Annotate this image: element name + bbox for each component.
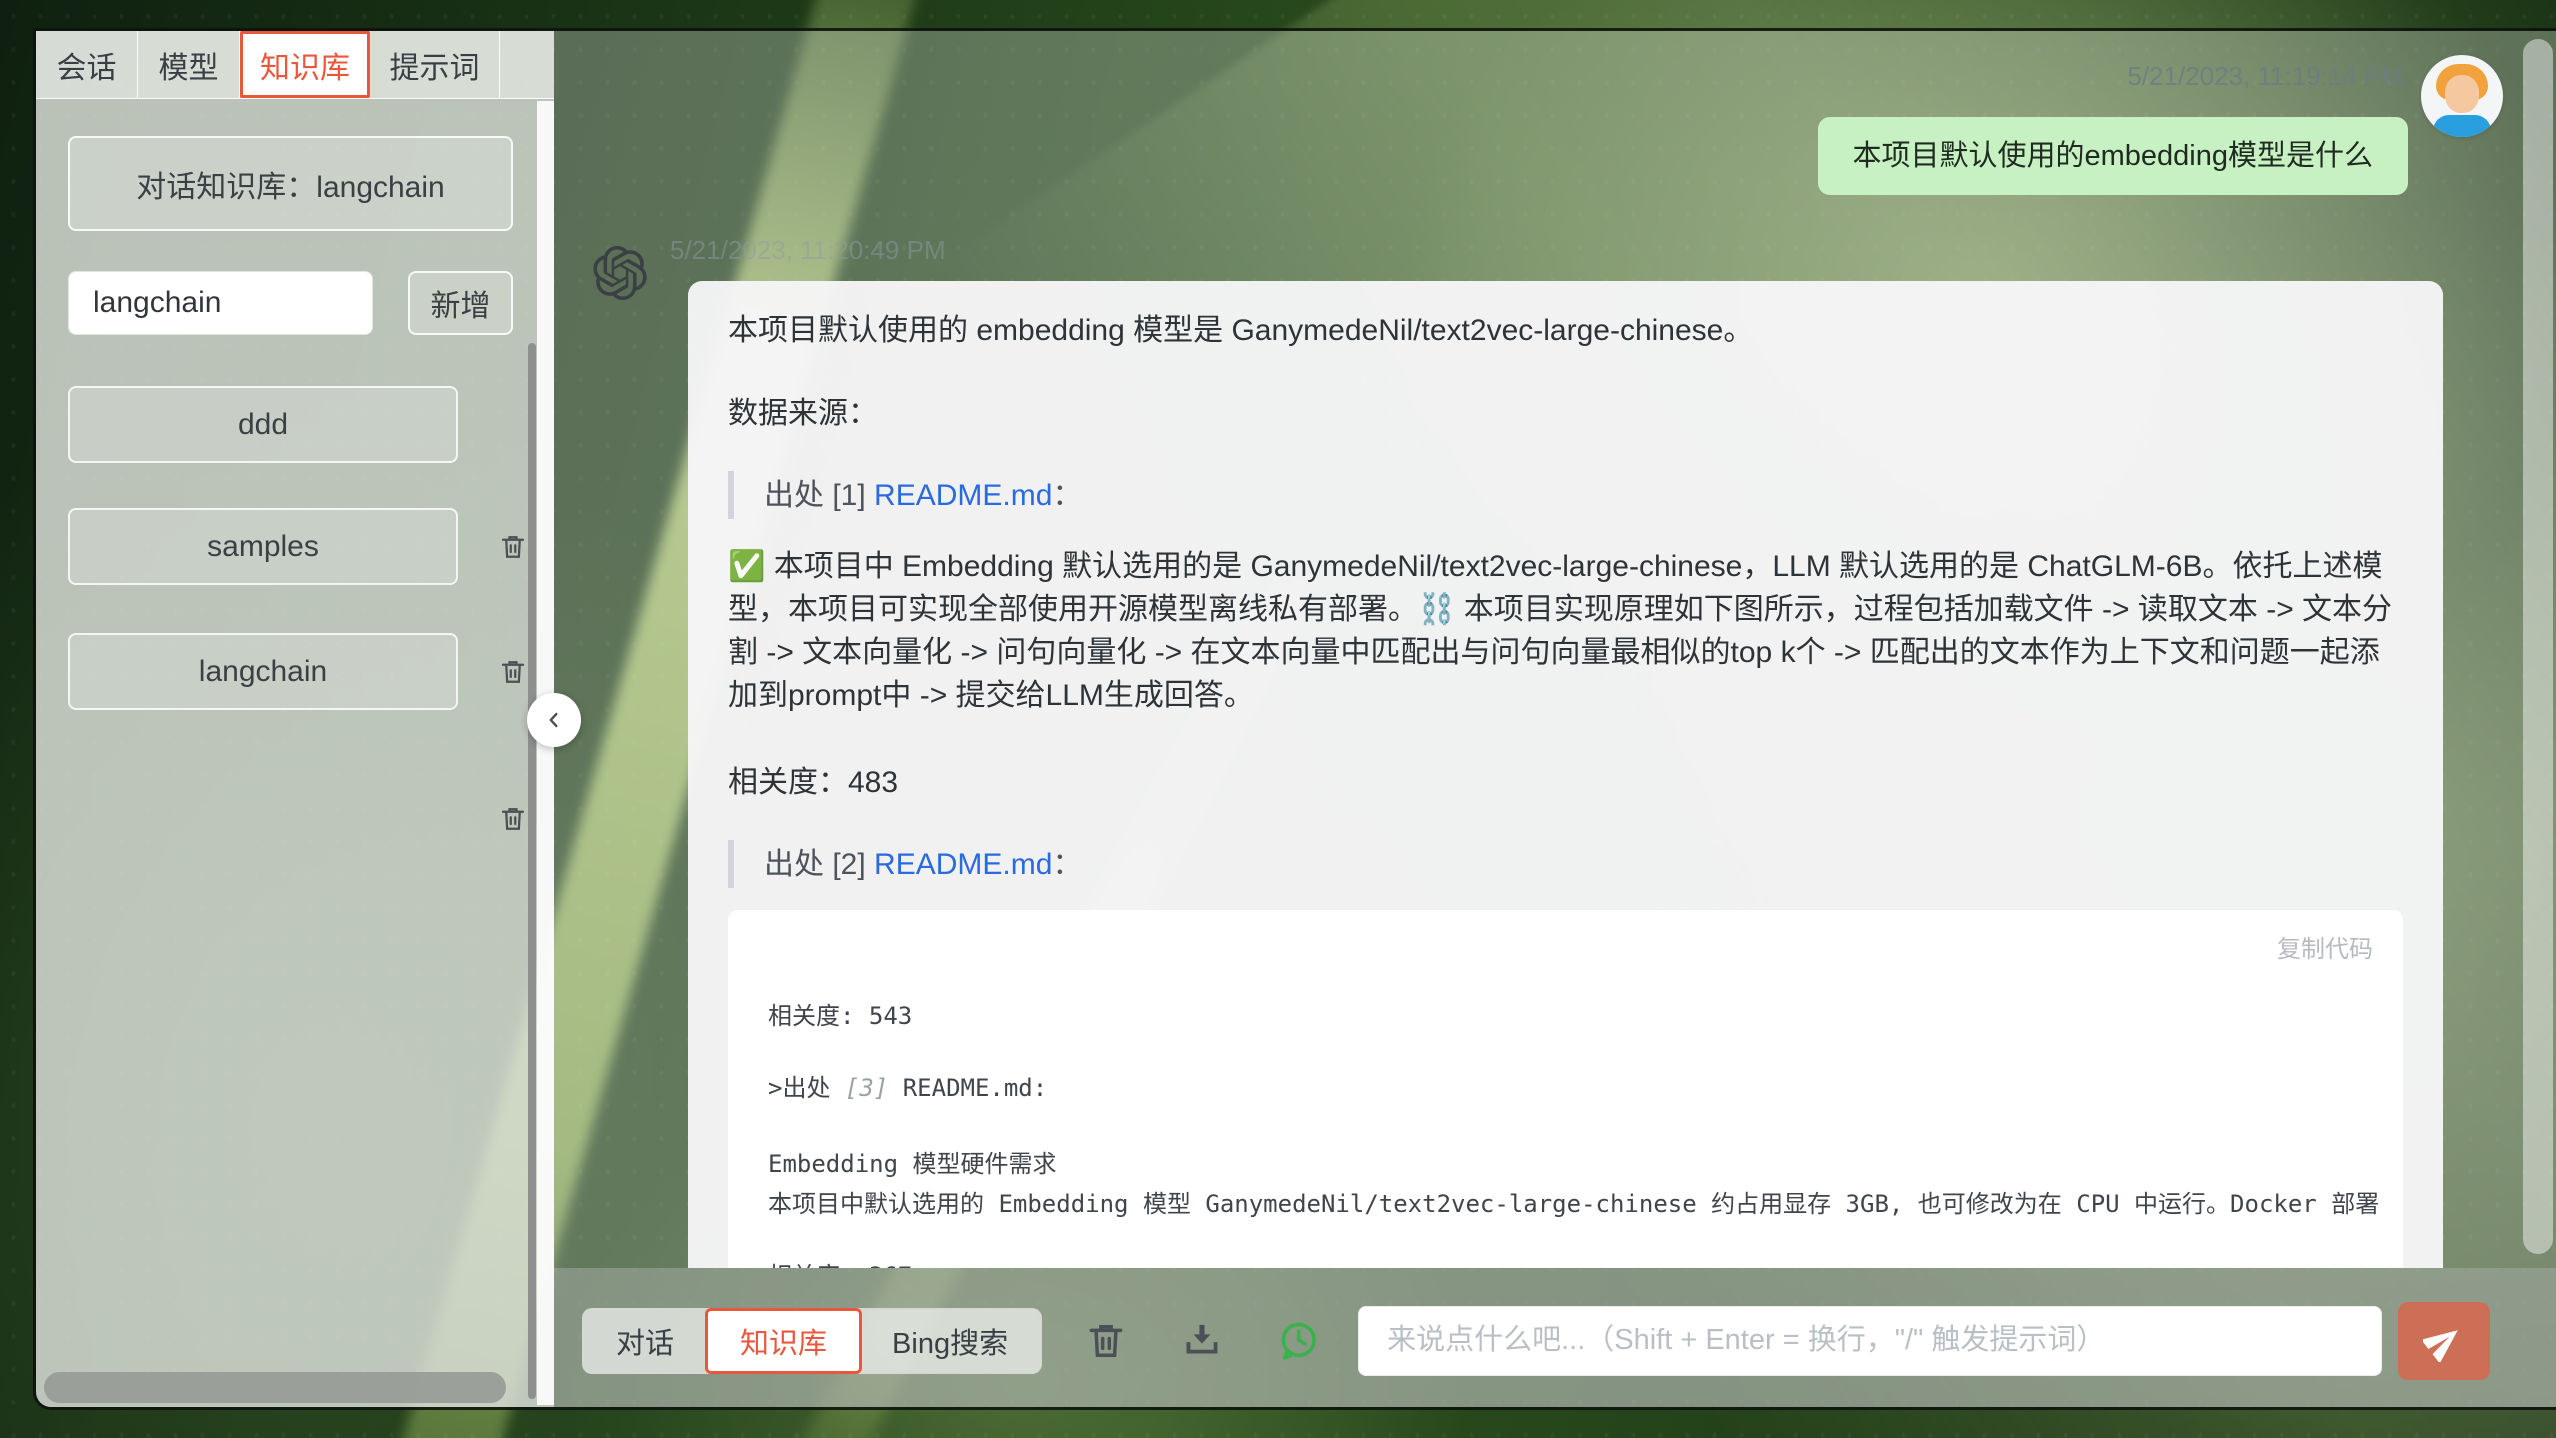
tab-prompt[interactable]: 提示词 bbox=[370, 31, 500, 98]
avatar bbox=[2421, 55, 2503, 137]
add-knowledge-base-row: 新增 bbox=[68, 271, 513, 335]
source-suffix: ： bbox=[1052, 848, 1082, 881]
mode-knowledge-base[interactable]: 知识库 bbox=[705, 1308, 862, 1374]
chevron-left-icon bbox=[543, 709, 565, 731]
mode-conversation[interactable]: 对话 bbox=[584, 1310, 707, 1372]
assistant-message-timestamp: 5/21/2023, 11:20:49 PM bbox=[670, 235, 946, 266]
sidebar-vertical-scrollbar-thumb[interactable] bbox=[528, 343, 536, 1399]
source-prefix: 出处 [1] bbox=[764, 479, 874, 512]
trash-icon[interactable] bbox=[498, 803, 528, 835]
add-knowledge-base-button[interactable]: 新增 bbox=[408, 271, 513, 335]
download-export-icon[interactable] bbox=[1180, 1319, 1224, 1363]
data-source-heading: 数据来源： bbox=[728, 392, 2403, 435]
tab-knowledge-base[interactable]: 知识库 bbox=[240, 31, 370, 98]
knowledge-base-item-ddd[interactable]: ddd bbox=[68, 386, 458, 463]
chat-area: 5/21/2023, 11:19:14 PM 本项目默认使用的embedding… bbox=[554, 31, 2556, 1407]
mode-bing-search[interactable]: Bing搜索 bbox=[860, 1310, 1040, 1372]
assistant-message-card: 本项目默认使用的 embedding 模型是 GanymedeNil/text2… bbox=[688, 281, 2443, 1268]
knowledge-base-row: samples bbox=[68, 508, 528, 585]
trash-icon[interactable] bbox=[498, 531, 528, 563]
new-knowledge-base-input[interactable] bbox=[68, 271, 373, 335]
knowledge-base-item-samples[interactable]: samples bbox=[68, 508, 458, 585]
answer-text: 本项目默认使用的 embedding 模型是 GanymedeNil/text2… bbox=[728, 309, 2403, 352]
avatar-shirt bbox=[2433, 115, 2491, 137]
bottom-toolbar: 对话 知识库 Bing搜索 bbox=[554, 1268, 2556, 1410]
sidebar-tab-bar: 会话 模型 知识库 提示词 bbox=[36, 31, 554, 99]
trash-icon[interactable] bbox=[498, 656, 528, 688]
tab-model[interactable]: 模型 bbox=[138, 31, 240, 98]
relevance-score: 相关度：483 bbox=[728, 761, 2403, 804]
history-clock-icon[interactable] bbox=[1276, 1319, 1320, 1363]
code-line: 相关度: 367 bbox=[768, 1256, 2367, 1268]
knowledge-base-item-langchain[interactable]: langchain bbox=[68, 633, 458, 710]
readme-link[interactable]: README.md bbox=[874, 479, 1052, 512]
code-citation-ref: [3] bbox=[845, 1074, 888, 1102]
app-window: 会话 模型 知识库 提示词 对话知识库：langchain 新增 ddd sam… bbox=[33, 28, 2556, 1410]
trash-icon[interactable] bbox=[1084, 1319, 1128, 1363]
code-line: 本项目中默认选用的 Embedding 模型 GanymedeNil/text2… bbox=[768, 1184, 2367, 1224]
chat-mode-group: 对话 知识库 Bing搜索 bbox=[582, 1308, 1042, 1374]
sidebar-collapse-button[interactable] bbox=[527, 693, 581, 747]
chat-scroll-viewport: 5/21/2023, 11:19:14 PM 本项目默认使用的embedding… bbox=[554, 31, 2556, 1268]
avatar-face bbox=[2445, 75, 2479, 113]
tab-conversation[interactable]: 会话 bbox=[36, 31, 138, 98]
chat-vertical-scrollbar[interactable] bbox=[2523, 39, 2553, 1254]
message-input[interactable] bbox=[1358, 1306, 2382, 1376]
copy-code-button[interactable]: 复制代码 bbox=[2277, 928, 2373, 971]
sidebar-horizontal-scrollbar-thumb[interactable] bbox=[44, 1372, 506, 1403]
code-line: >出处 [3] README.md: bbox=[768, 1068, 2367, 1108]
knowledge-base-row bbox=[68, 803, 528, 835]
source-suffix: ： bbox=[1052, 479, 1082, 512]
sidebar-vertical-scrollbar-track[interactable] bbox=[537, 101, 554, 1405]
user-message-timestamp: 5/21/2023, 11:19:14 PM bbox=[2127, 61, 2403, 92]
source-quote-1: 出处 [1] README.md： bbox=[728, 471, 2403, 519]
readme-excerpt-text: ✅ 本项目中 Embedding 默认选用的是 GanymedeNil/text… bbox=[728, 545, 2403, 717]
send-plane-icon bbox=[2423, 1320, 2465, 1362]
readme-link[interactable]: README.md bbox=[874, 848, 1052, 881]
knowledge-base-row: langchain bbox=[68, 633, 528, 710]
toolbar-icons bbox=[1084, 1319, 1320, 1363]
openai-logo-icon bbox=[593, 246, 647, 300]
source-quote-2: 出处 [2] README.md： bbox=[728, 840, 2403, 888]
code-block: 复制代码 相关度: 543 >出处 [3] README.md: Embeddi… bbox=[728, 910, 2403, 1268]
source-prefix: 出处 [2] bbox=[764, 848, 874, 881]
code-line: Embedding 模型硬件需求 bbox=[768, 1144, 2367, 1184]
knowledge-base-row: ddd bbox=[68, 386, 528, 463]
send-button[interactable] bbox=[2398, 1302, 2490, 1380]
current-knowledge-base-label: 对话知识库：langchain bbox=[68, 136, 513, 231]
user-message-bubble: 本项目默认使用的embedding模型是什么 bbox=[1818, 117, 2409, 195]
sidebar: 会话 模型 知识库 提示词 对话知识库：langchain 新增 ddd sam… bbox=[36, 31, 554, 1407]
code-line: 相关度: 543 bbox=[768, 996, 2367, 1036]
